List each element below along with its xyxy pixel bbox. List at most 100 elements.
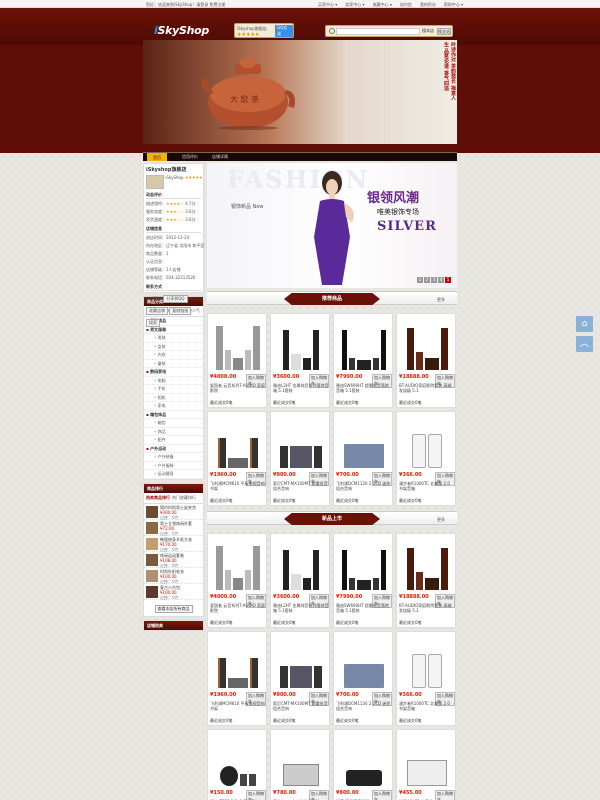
product-card[interactable]: ¥900.00 加入购物车 索尼CMT-MX100MT 超重低音组合音响 最近成交0笔 xyxy=(270,411,330,506)
category-item[interactable]: • 内衣 xyxy=(144,351,203,360)
category-item[interactable]: • 箱包 xyxy=(144,419,203,428)
product-name[interactable]: 爱国者 云音系列T-AUDIO 家庭影院 xyxy=(210,603,266,613)
product-name[interactable]: 雅迪SW690HT 超重低音落地音箱 5.1套装 xyxy=(336,383,392,393)
product-card[interactable]: ¥1960.00 加入购物车 飞利浦MCM610 平板电视音响 书架 最近成交0笔 xyxy=(207,631,267,726)
product-card[interactable]: ¥900.00 加入购物车 索尼CMT-MX100MT 超重低音组合音响 最近成交0笔 xyxy=(270,631,330,726)
product-image[interactable] xyxy=(275,636,327,688)
slider-dot[interactable]: 1 xyxy=(417,277,423,283)
rank-tab[interactable]: 热门收藏排行 xyxy=(172,495,196,501)
product-card[interactable]: ¥4000.00 加入购物车 爱国者 云音系列T-AUDIO 家庭影院 最近成交0笔 xyxy=(207,313,267,408)
product-card[interactable]: ¥800.00加入购物车明基 家用高清投影仪 xyxy=(333,729,393,800)
search-input[interactable] xyxy=(336,28,420,35)
product-name[interactable]: 雅迪L2HT 金属纯音系列落地音箱 5.1套装 xyxy=(273,383,329,393)
product-thumb[interactable] xyxy=(146,553,158,566)
category-item[interactable]: • 运动健身 xyxy=(144,470,203,479)
product-image[interactable] xyxy=(338,636,390,688)
category-item[interactable]: • 户外服装 xyxy=(144,462,203,470)
product-image[interactable] xyxy=(338,416,390,468)
product-image[interactable] xyxy=(401,416,453,468)
slider-dot[interactable]: 2 xyxy=(424,277,430,283)
qq-button[interactable]: 分享到QQ xyxy=(163,295,188,303)
category-item[interactable]: • 童装 xyxy=(144,360,203,368)
product-name[interactable]: 飞利浦MCM610 平板电视音响 书架 xyxy=(210,701,266,711)
product-card[interactable]: ¥7990.00 加入购物车 雅迪SW690HT 超重低音落地音箱 5.1套装 最近成… xyxy=(333,533,393,628)
product-card[interactable]: ¥3600.00 加入购物车 雅迪L2HT 金属纯音系列落地音箱 5.1套装 最近成交… xyxy=(270,313,330,408)
product-card[interactable]: ¥366.00 加入购物车 漫步者R1000TC 北美版 2.0 书架音箱 最近成交0… xyxy=(396,631,456,726)
copy-link-button[interactable]: 复制链接 xyxy=(169,307,192,315)
nav-tab[interactable]: 信用评价 xyxy=(179,154,201,160)
product-image[interactable] xyxy=(212,538,264,590)
rank-item[interactable]: 复古小方包 ¥100.00 出售：0件 xyxy=(144,584,203,600)
product-thumb[interactable] xyxy=(146,569,158,582)
product-card[interactable]: ¥780.00加入购物车惠普 LaserJet 激光打印机 xyxy=(270,729,330,800)
product-image[interactable] xyxy=(338,734,390,786)
product-thumb[interactable] xyxy=(146,585,158,598)
product-card[interactable]: ¥700.00 加入购物车 飞利浦DCM1130 2.1CD 迷你组合音响 最近成交0… xyxy=(333,411,393,506)
category-item[interactable]: • 配件 xyxy=(144,436,203,445)
category-item[interactable]: ▪ 箱包饰品 xyxy=(144,411,203,419)
product-image[interactable] xyxy=(338,538,390,590)
rank-item[interactable]: 简约时尚男士皮夹克 ¥300.00 出售：0件 xyxy=(144,504,203,520)
product-name[interactable]: 索尼CMT-MX100MT 超重低音组合音响 xyxy=(273,701,329,711)
category-item[interactable]: ▪ 数码家电 xyxy=(144,368,203,377)
category-item[interactable]: • 相机 xyxy=(144,394,203,402)
rank-item[interactable]: 韩版修身羊毛大衣 ¥170.00 出售：0件 xyxy=(144,536,203,552)
product-name[interactable]: BT-AUDIO家庭影院套装 高端发烧级 5.1 xyxy=(399,603,455,613)
product-name[interactable]: 索尼CMT-MX100MT 超重低音组合音响 xyxy=(273,481,329,491)
product-image[interactable] xyxy=(275,538,327,590)
product-name[interactable]: 飞利浦MCM610 平板电视音响 书架 xyxy=(210,481,266,491)
product-card[interactable]: ¥1960.00 加入购物车 飞利浦MCM610 平板电视音响 书架 最近成交0笔 xyxy=(207,411,267,506)
product-card[interactable]: ¥18888.00 加入购物车 BT-AUDIO家庭影院套装 高端发烧级 5.1 最近… xyxy=(396,313,456,408)
product-image[interactable] xyxy=(275,416,327,468)
product-thumb[interactable] xyxy=(146,505,158,518)
product-image[interactable] xyxy=(212,318,264,370)
product-image[interactable] xyxy=(212,636,264,688)
product-name[interactable]: 雅迪L2HT 金属纯音系列落地音箱 5.1套装 xyxy=(273,603,329,613)
product-image[interactable] xyxy=(401,538,453,590)
view-all-goods-button[interactable]: 查看本店所有商品 xyxy=(154,604,193,613)
home-icon[interactable]: ⌂ xyxy=(576,316,593,332)
product-card[interactable]: ¥700.00 加入购物车 飞利浦DCM1130 2.1CD 迷你组合音响 最近成交0… xyxy=(333,631,393,726)
product-name[interactable]: 飞利浦DCM1130 2.1CD 迷你组合音响 xyxy=(336,701,392,711)
category-item[interactable]: • 手机 xyxy=(144,385,203,394)
fashion-banner[interactable]: FASHION 银饰新品 New 银领风潮 唯美银饰专场 SILVER 1234… xyxy=(207,163,457,288)
product-thumb[interactable] xyxy=(146,537,158,550)
category-item[interactable]: • 家电 xyxy=(144,402,203,411)
product-name[interactable]: 飞利浦DCM1130 2.1CD 迷你组合音响 xyxy=(336,481,392,491)
product-name[interactable]: 漫步者R1000TC 北美版 2.0 书架音箱 xyxy=(399,481,455,491)
product-image[interactable] xyxy=(401,318,453,370)
back-to-top-icon[interactable]: ︿ xyxy=(576,336,593,352)
rank-tab[interactable]: 热卖商品排行 xyxy=(146,495,170,501)
category-item[interactable]: • 户外装备 xyxy=(144,453,203,462)
category-item[interactable]: • 男装 xyxy=(144,334,203,343)
product-image[interactable] xyxy=(275,734,327,786)
product-image[interactable] xyxy=(338,318,390,370)
nav-tab[interactable]: 店铺详情 xyxy=(209,154,231,160)
rank-item[interactable]: 男士立领休闲外套 ¥72.00 出售：0件 xyxy=(144,520,203,536)
seller-name[interactable]: iSkyShop xyxy=(165,175,183,180)
product-thumb[interactable] xyxy=(146,521,158,534)
product-card[interactable]: ¥18888.00 加入购物车 BT-AUDIO家庭影院套装 高端发烧级 5.1 最近… xyxy=(396,533,456,628)
slider-dot[interactable]: 4 xyxy=(438,277,444,283)
slider-dot[interactable]: 3 xyxy=(431,277,437,283)
product-card[interactable]: ¥150.00加入购物车罗技 Z523 2.1 多媒体音箱 xyxy=(207,729,267,800)
favorite-shop-button[interactable]: 收藏店铺 xyxy=(146,307,168,315)
product-name[interactable]: BT-AUDIO家庭影院套装 高端发烧级 5.1 xyxy=(399,383,455,393)
new-arrivals-more-link[interactable]: 更多 xyxy=(437,517,445,523)
product-image[interactable] xyxy=(275,318,327,370)
product-card[interactable]: ¥4000.00 加入购物车 爱国者 云音系列T-AUDIO 家庭影院 最近成交0笔 xyxy=(207,533,267,628)
product-image[interactable] xyxy=(401,636,453,688)
product-card[interactable]: ¥7990.00 加入购物车 雅迪SW690HT 超重低音落地音箱 5.1套装 最近成… xyxy=(333,313,393,408)
recommended-more-link[interactable]: 更多 xyxy=(437,297,445,303)
category-item[interactable]: • 饰品 xyxy=(144,428,203,436)
qq-chat-button[interactable]: QQ交谈 xyxy=(275,25,293,37)
search-button[interactable]: 搜索 xyxy=(146,319,160,327)
product-image[interactable] xyxy=(212,416,264,468)
product-image[interactable] xyxy=(212,734,264,786)
product-card[interactable]: ¥455.00加入购物车松下 KX-FP 传真机 xyxy=(396,729,456,800)
rank-item[interactable]: 时尚针织毛衣 ¥100.00 出售：0件 xyxy=(144,568,203,584)
category-item[interactable]: ▪ 户外运动 xyxy=(144,445,203,453)
product-name[interactable]: 爱国者 云音系列T-AUDIO 家庭影院 xyxy=(210,383,266,393)
search-all-button[interactable]: 搜全站 xyxy=(437,28,451,35)
product-card[interactable]: ¥3600.00 加入购物车 雅迪L2HT 金属纯音系列落地音箱 5.1套装 最近成交… xyxy=(270,533,330,628)
